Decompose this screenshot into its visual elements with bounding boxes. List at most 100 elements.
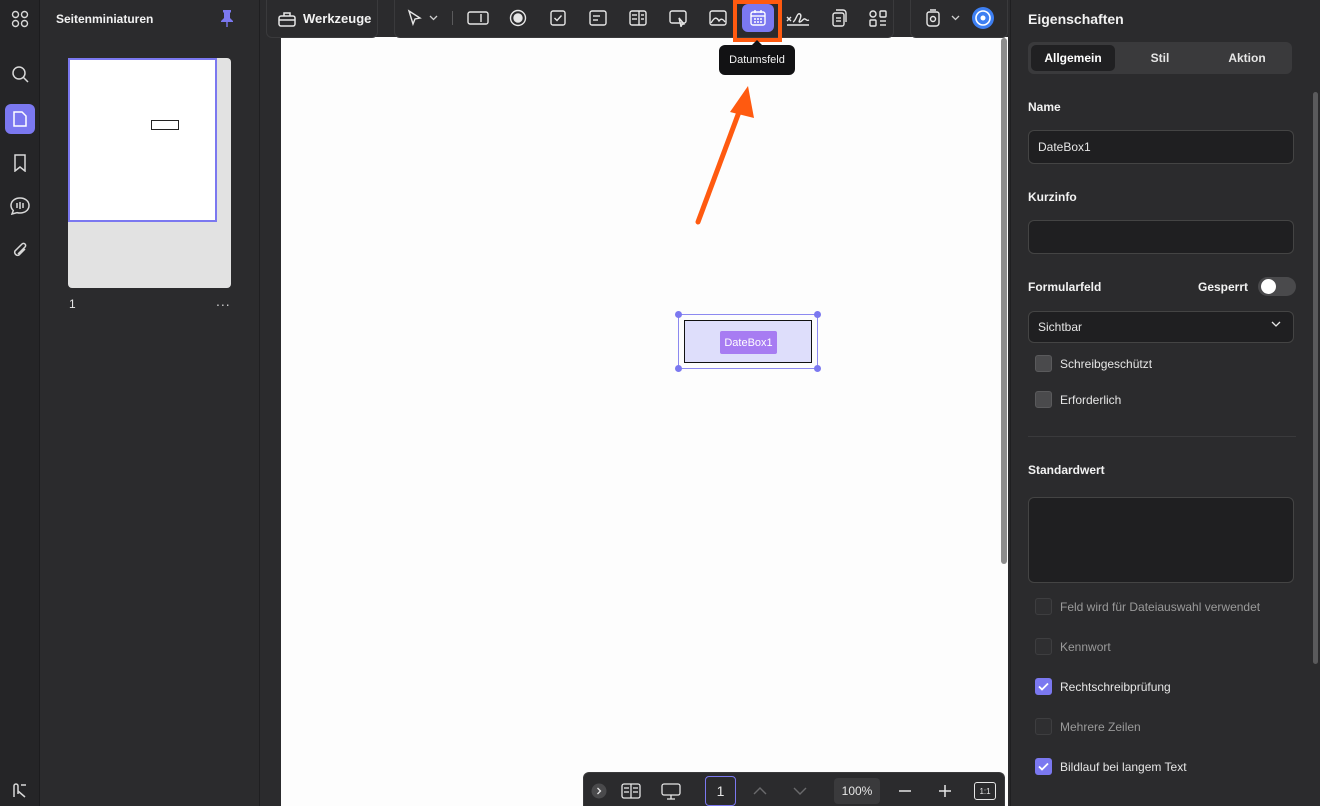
formfield-label: Formularfeld — [1028, 280, 1102, 294]
thumbnail-field-preview — [151, 120, 179, 130]
locked-toggle[interactable] — [1258, 277, 1296, 296]
readonly-option[interactable]: Schreibgeschützt — [1035, 355, 1152, 372]
dropdown-field-icon[interactable] — [582, 4, 614, 32]
canvas-scrollbar[interactable] — [1001, 38, 1007, 564]
password-checkbox — [1035, 638, 1052, 655]
thumbnails-title: Seitenminiaturen — [56, 12, 154, 26]
comment-icon[interactable] — [0, 189, 40, 223]
file-select-option: Feld wird für Dateiauswahl verwendet — [1035, 598, 1260, 615]
previous-page-icon[interactable] — [747, 778, 773, 804]
radio-button-icon[interactable] — [502, 4, 534, 32]
save-cloud-icon[interactable] — [917, 4, 949, 32]
name-input[interactable]: DateBox1 — [1028, 130, 1294, 164]
thumbnail-page-number: 1 — [69, 297, 76, 311]
resize-handle-top-right[interactable] — [814, 311, 821, 318]
form-toolbar — [394, 0, 894, 38]
properties-tabs: Allgemein Stil Aktion — [1028, 42, 1292, 74]
tools-button[interactable]: Werkzeuge — [266, 0, 378, 38]
pin-icon[interactable] — [220, 9, 234, 32]
button-field-icon[interactable] — [662, 4, 694, 32]
more-fields-icon[interactable] — [862, 4, 894, 32]
scroll-long-text-checkbox[interactable] — [1035, 758, 1052, 775]
tools-label: Werkzeuge — [303, 11, 372, 26]
bookmark-icon[interactable] — [0, 146, 40, 180]
toolbox-icon — [278, 11, 296, 27]
duplicate-fields-icon[interactable] — [822, 4, 854, 32]
actual-size-button[interactable]: 1:1 — [974, 782, 996, 800]
page-thumbnails-icon[interactable] — [0, 102, 40, 136]
file-select-checkbox — [1035, 598, 1052, 615]
zoom-in-icon[interactable] — [932, 778, 958, 804]
multiline-label: Mehrere Zeilen — [1060, 719, 1141, 734]
page-layout-icon[interactable] — [618, 778, 644, 804]
visibility-select[interactable]: Sichtbar — [1028, 311, 1294, 343]
readonly-label: Schreibgeschützt — [1060, 356, 1153, 371]
attachment-icon[interactable] — [0, 233, 40, 267]
resize-handle-top-left[interactable] — [675, 311, 682, 318]
chevron-down-icon[interactable] — [425, 4, 441, 32]
bottom-navigation-bar: 1 100% 1:1 — [583, 772, 1005, 806]
readonly-checkbox[interactable] — [1035, 355, 1052, 372]
arrow-annotation — [695, 86, 754, 225]
ai-assistant-icon[interactable] — [967, 4, 999, 32]
properties-scrollbar[interactable] — [1313, 92, 1318, 664]
text-field-icon[interactable] — [462, 4, 494, 32]
checkmark-icon — [1038, 762, 1049, 771]
checkmark-icon — [1038, 682, 1049, 691]
zoom-level[interactable]: 100% — [834, 778, 880, 804]
tooltip-label: Kurzinfo — [1028, 190, 1077, 204]
password-option: Kennwort — [1035, 638, 1111, 655]
assistant-toolbar — [910, 0, 1008, 38]
thumbnail-page-preview — [68, 58, 217, 222]
multiline-checkbox — [1035, 718, 1052, 735]
left-rail — [0, 0, 40, 806]
spellcheck-checkbox[interactable] — [1035, 678, 1052, 695]
spellcheck-option[interactable]: Rechtschreibprüfung — [1035, 678, 1171, 695]
brand-logo-icon[interactable] — [0, 774, 40, 806]
checkbox-icon[interactable] — [542, 4, 574, 32]
list-box-icon[interactable] — [622, 4, 654, 32]
resize-handle-bottom-left[interactable] — [675, 365, 682, 372]
required-option[interactable]: Erforderlich — [1035, 391, 1121, 408]
name-label: Name — [1028, 100, 1061, 114]
scroll-long-text-option[interactable]: Bildlauf bei langem Text — [1035, 758, 1187, 775]
zoom-out-icon[interactable] — [892, 778, 918, 804]
required-label: Erforderlich — [1060, 392, 1122, 407]
thumbnails-panel: Seitenminiaturen 1 ... — [40, 0, 260, 806]
spellcheck-label: Rechtschreibprüfung — [1060, 679, 1171, 694]
locked-label: Gesperrt — [1198, 280, 1249, 294]
multiline-option: Mehrere Zeilen — [1035, 718, 1141, 735]
scroll-long-text-label: Bildlauf bei langem Text — [1060, 759, 1187, 774]
toggle-knob — [1261, 279, 1276, 294]
tab-action[interactable]: Aktion — [1205, 45, 1289, 71]
expand-chevron-icon[interactable] — [591, 778, 607, 804]
tooltip-input[interactable] — [1028, 220, 1294, 254]
page-number-input[interactable]: 1 — [705, 776, 736, 806]
file-select-label: Feld wird für Dateiauswahl verwendet — [1060, 599, 1261, 614]
required-checkbox[interactable] — [1035, 391, 1052, 408]
page-thumbnail[interactable] — [68, 58, 231, 288]
document-page[interactable] — [281, 37, 1008, 806]
default-value-textarea[interactable] — [1028, 497, 1294, 583]
signature-field-icon[interactable] — [782, 4, 814, 32]
chevron-down-icon[interactable] — [947, 4, 963, 32]
date-field-tooltip: Datumsfeld — [719, 40, 795, 75]
properties-title: Eigenschaften — [1028, 11, 1124, 27]
presentation-icon[interactable] — [658, 778, 684, 804]
image-field-icon[interactable] — [702, 4, 734, 32]
tab-style[interactable]: Stil — [1118, 45, 1202, 71]
default-value-label: Standardwert — [1028, 463, 1105, 477]
resize-handle-bottom-right[interactable] — [814, 365, 821, 372]
tab-general[interactable]: Allgemein — [1031, 45, 1115, 71]
toolbar-divider — [452, 11, 453, 25]
date-field-name-tag: DateBox1 — [720, 331, 777, 354]
highlight-annotation — [733, 0, 782, 42]
properties-panel: Eigenschaften Allgemein Stil Aktion Name… — [1010, 0, 1320, 806]
next-page-icon[interactable] — [787, 778, 813, 804]
apps-grid-icon[interactable] — [0, 2, 40, 36]
section-divider — [1028, 436, 1296, 437]
thumbnail-more-button[interactable]: ... — [216, 293, 231, 309]
search-icon[interactable] — [0, 57, 40, 91]
visibility-value: Sichtbar — [1038, 320, 1083, 334]
chevron-down-icon — [1271, 321, 1281, 327]
